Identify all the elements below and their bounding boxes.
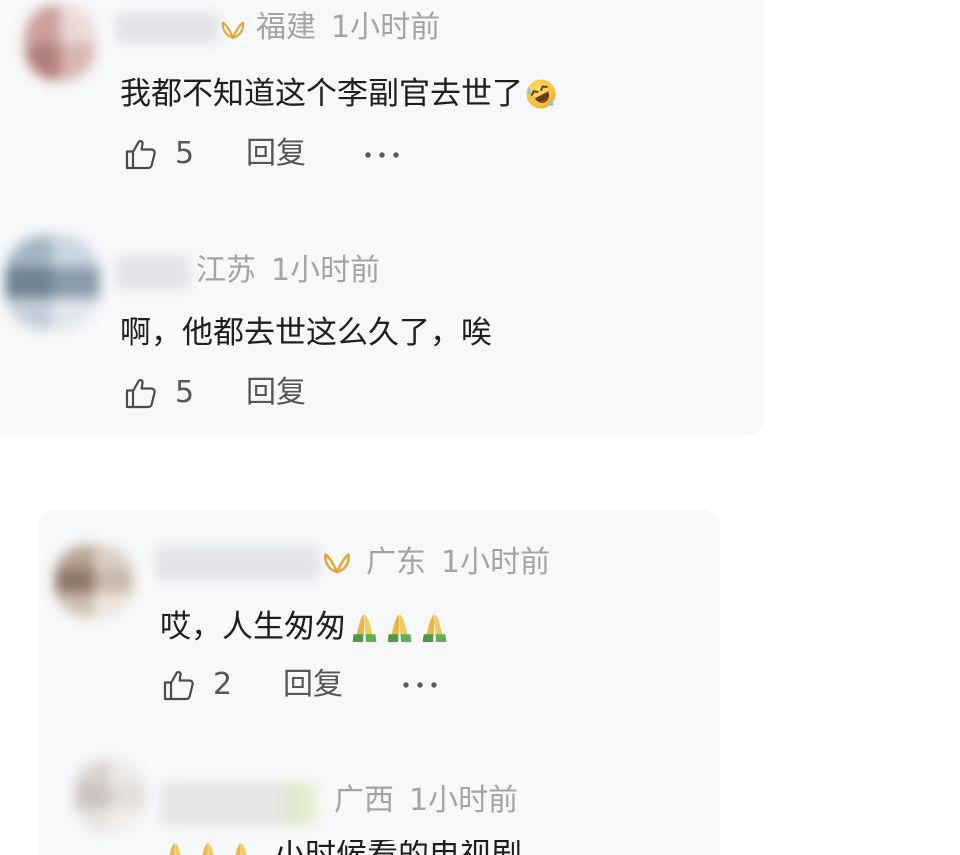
comment-item: 江苏 1小时前 啊，他都去世这么久了，唉 5 回复 xyxy=(0,215,765,435)
thumbs-up-icon xyxy=(125,378,156,409)
comment-location: 广西 xyxy=(334,783,394,818)
username-redacted[interactable] xyxy=(160,782,320,826)
like-button[interactable]: 2 xyxy=(162,665,232,705)
comment-text: 哎，人生匆匆 xyxy=(160,607,451,647)
comment-text: 啊，他都去世这么久了，唉 xyxy=(120,313,492,353)
vip-butterfly-icon xyxy=(324,553,350,574)
comment-text-body: 啊，他都去世这么久了，唉 xyxy=(120,315,492,351)
pray-emoji xyxy=(352,613,377,642)
username-redacted[interactable] xyxy=(115,12,219,44)
comment-meta: 广西 1小时前 xyxy=(334,783,518,819)
comment-item: 福建 1小时前 我都不知道这个李副官去世了 5 回复 xyxy=(0,0,765,215)
more-icon[interactable] xyxy=(400,675,440,695)
pray-emoji xyxy=(169,842,181,855)
like-count: 2 xyxy=(213,667,233,702)
comment-text: 我都不知道这个李副官去世了 xyxy=(120,74,557,114)
comment-location: 福建 xyxy=(256,10,316,45)
comment-meta: 广东 1小时前 xyxy=(366,545,550,581)
username-redacted[interactable] xyxy=(155,545,320,581)
comment-meta: 江苏 1小时前 xyxy=(196,253,380,289)
avatar[interactable] xyxy=(5,235,100,330)
comment-text: 小时候看的电视剧 xyxy=(160,840,522,855)
like-count: 5 xyxy=(175,136,195,171)
comment-time: 1小时前 xyxy=(409,783,519,818)
avatar[interactable] xyxy=(25,5,95,80)
reply-button[interactable]: 回复 xyxy=(246,134,306,174)
thumbs-up-icon xyxy=(125,139,156,170)
comment-item: 广西 1小时前 小时候看的电视剧 xyxy=(38,735,720,855)
thumbs-up-icon xyxy=(163,670,194,701)
reply-button[interactable]: 回复 xyxy=(283,665,343,705)
comment-time: 1小时前 xyxy=(331,10,441,45)
comment-time: 1小时前 xyxy=(441,545,551,580)
avatar[interactable] xyxy=(55,545,133,617)
comment-card: 广东 1小时前 哎，人生匆匆 2 回复 广西 1小时前 xyxy=(38,510,720,855)
comment-location: 江苏 xyxy=(196,253,256,288)
comment-item: 广东 1小时前 哎，人生匆匆 2 回复 xyxy=(38,510,720,735)
reply-button[interactable]: 回复 xyxy=(246,373,306,413)
pray-emoji xyxy=(202,842,214,855)
vip-butterfly-icon xyxy=(221,21,245,39)
comment-location: 广东 xyxy=(366,545,426,580)
comment-card: 福建 1小时前 我都不知道这个李副官去世了 5 回复 江苏 1小时前 啊，他都去… xyxy=(0,0,765,435)
comment-time: 1小时前 xyxy=(271,253,381,288)
comment-text-body: 我都不知道这个李副官去世了 xyxy=(120,76,523,112)
comment-text-body: 哎，人生匆匆 xyxy=(160,609,346,645)
more-icon[interactable] xyxy=(362,145,402,165)
pray-emoji xyxy=(422,613,447,642)
like-button[interactable]: 5 xyxy=(124,373,194,413)
comment-meta: 福建 1小时前 xyxy=(256,10,440,46)
pray-emoji xyxy=(387,613,412,642)
pray-emoji xyxy=(235,842,247,855)
like-count: 5 xyxy=(175,375,195,410)
username-redacted[interactable] xyxy=(115,255,190,290)
avatar[interactable] xyxy=(75,760,145,832)
comment-text-body: 小时候看的电视剧 xyxy=(274,840,522,855)
like-button[interactable]: 5 xyxy=(124,134,194,174)
laugh-cry-emoji xyxy=(526,79,556,109)
